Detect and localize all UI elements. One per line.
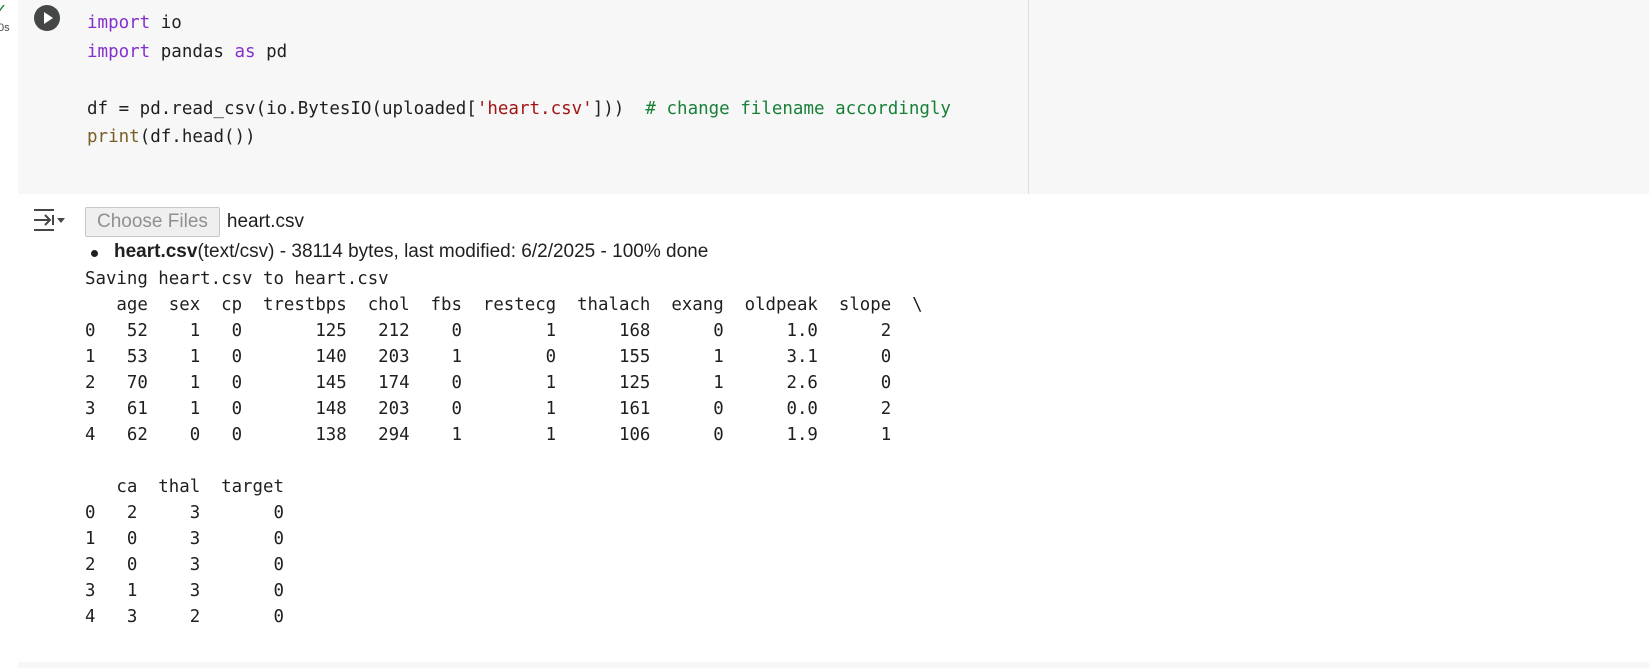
stdout-line: 3 61 1 0 148 203 0 1 161 0 0.0 2: [85, 399, 892, 419]
check-icon: ✓: [0, 0, 8, 19]
stdout-line: age sex cp trestbps chol fbs restecg tha…: [85, 295, 923, 315]
next-cell-edge: [18, 662, 1649, 668]
stdout-line: 1 0 3 0: [85, 529, 284, 549]
code-line: import io: [87, 13, 182, 33]
selected-file-name: heart.csv: [226, 211, 304, 232]
upload-status-item: heart.csv(text/csv) - 38114 bytes, last …: [85, 240, 708, 264]
code-line: df = pd.read_csv(io.BytesIO(uploaded['he…: [87, 98, 951, 119]
stdout-line: 0 2 3 0: [85, 503, 284, 523]
line-length-ruler: [1028, 0, 1029, 194]
stdout-line: 2 70 1 0 145 174 0 1 125 1 2.6 0: [85, 373, 892, 393]
output-actions-icon[interactable]: [32, 207, 66, 233]
stdout-line: Saving heart.csv to heart.csv: [85, 269, 389, 289]
code-line: import pandas as pd: [87, 41, 288, 62]
stdout-line: 4 62 0 0 138 294 1 1 106 0 1.9 1: [85, 425, 892, 445]
stdout-line: 3 1 3 0: [85, 581, 284, 601]
stdout-output: Saving heart.csv to heart.csv age sex cp…: [85, 266, 923, 630]
stdout-line: 1 53 1 0 140 203 1 0 155 1 3.1 0: [85, 347, 892, 367]
file-upload-row: Choose Files heart.csv: [85, 207, 304, 237]
stdout-line: 0 52 1 0 125 212 0 1 168 0 1.0 2: [85, 321, 892, 341]
upload-status-list: heart.csv(text/csv) - 38114 bytes, last …: [85, 240, 708, 264]
code-cell[interactable]: import io import pandas as pd df = pd.re…: [18, 0, 1649, 194]
choose-files-button[interactable]: Choose Files: [85, 207, 220, 237]
stdout-line: ca thal target: [85, 477, 284, 497]
code-editor[interactable]: import io import pandas as pd df = pd.re…: [87, 9, 1027, 189]
stdout-line: 2 0 3 0: [85, 555, 284, 575]
play-circle-icon[interactable]: [34, 5, 60, 31]
stdout-line: 4 3 2 0: [85, 607, 284, 627]
upload-details: (text/csv) - 38114 bytes, last modified:…: [197, 241, 709, 262]
code-line: print(df.head()): [87, 127, 256, 147]
uploaded-file-name: heart.csv: [114, 241, 198, 262]
notebook-page: ✓ 0s import io import pandas as pd df = …: [0, 0, 1649, 668]
execution-time: 0s: [0, 22, 10, 34]
